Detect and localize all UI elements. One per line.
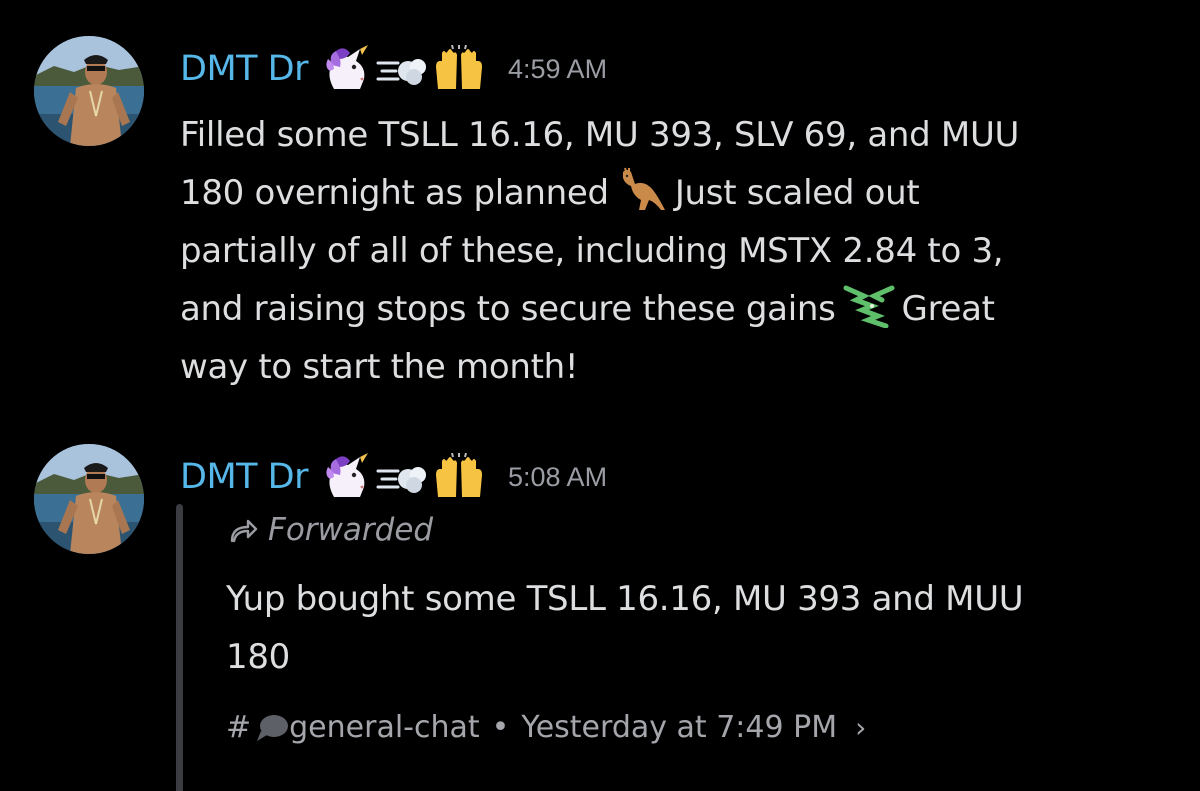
message-header: DMT Dr bbox=[180, 44, 607, 94]
forward-bar bbox=[176, 504, 183, 791]
message-header: DMT Dr bbox=[180, 452, 607, 502]
chevron-right-icon: › bbox=[855, 711, 867, 744]
forwarded-label: Forwarded bbox=[228, 512, 433, 548]
unicorn-icon bbox=[326, 45, 368, 89]
money-with-wings-icon bbox=[843, 285, 895, 328]
avatar[interactable] bbox=[34, 444, 144, 554]
unicorn-icon bbox=[326, 453, 368, 497]
forwarded-content: Yup bought some TSLL 16.16, MU 393 and M… bbox=[226, 570, 1146, 686]
username[interactable]: DMT Dr bbox=[180, 457, 309, 497]
message-line: 180 bbox=[226, 637, 290, 677]
message-timestamp[interactable]: 5:08 AM bbox=[508, 462, 607, 493]
username[interactable]: DMT Dr bbox=[180, 49, 309, 89]
separator-dot: • bbox=[491, 710, 510, 745]
speech-bubble-icon bbox=[257, 714, 289, 741]
avatar[interactable] bbox=[34, 36, 144, 146]
forwarded-message[interactable]: Forwarded Yup bought some TSLL 16.16, MU… bbox=[176, 504, 1176, 791]
forwarded-text: Forwarded bbox=[268, 512, 434, 548]
dash-icon bbox=[376, 467, 426, 493]
forward-source-link[interactable]: # general-chat • Yesterday at 7:49 PM › bbox=[226, 710, 866, 745]
dash-icon bbox=[376, 59, 426, 85]
message-content: Filled some TSLL 16.16, MU 393, SLV 69, … bbox=[180, 106, 1160, 396]
message-line: way to start the month! bbox=[180, 347, 579, 387]
message-line: and raising stops to secure these gains … bbox=[180, 280, 1160, 338]
message-text: 180 overnight as planned bbox=[180, 173, 609, 213]
message-text: Just scaled out bbox=[674, 173, 920, 213]
kangaroo-icon bbox=[622, 167, 665, 210]
forward-arrow-icon bbox=[230, 519, 258, 543]
chat-view: DMT Dr 4:59 AM Filled some TSLL 16.16, M… bbox=[0, 0, 1200, 791]
user-badges bbox=[320, 453, 486, 501]
user-badges bbox=[320, 45, 486, 93]
message-timestamp[interactable]: 4:59 AM bbox=[508, 54, 607, 85]
channel-hash: # bbox=[226, 710, 252, 745]
raising-hands-icon bbox=[436, 453, 482, 497]
message-line: 180 overnight as planned Just scaled out bbox=[180, 164, 1160, 222]
source-time: Yesterday at 7:49 PM bbox=[521, 710, 838, 745]
message-line: partially of all of these, including MST… bbox=[180, 231, 1004, 271]
message-text: and raising stops to secure these gains bbox=[180, 289, 836, 329]
message-line: Yup bought some TSLL 16.16, MU 393 and M… bbox=[226, 579, 1024, 619]
raising-hands-icon bbox=[436, 45, 482, 89]
message-line: Filled some TSLL 16.16, MU 393, SLV 69, … bbox=[180, 115, 1020, 155]
channel-name: general-chat bbox=[289, 710, 480, 745]
message-text: Great bbox=[901, 289, 995, 329]
